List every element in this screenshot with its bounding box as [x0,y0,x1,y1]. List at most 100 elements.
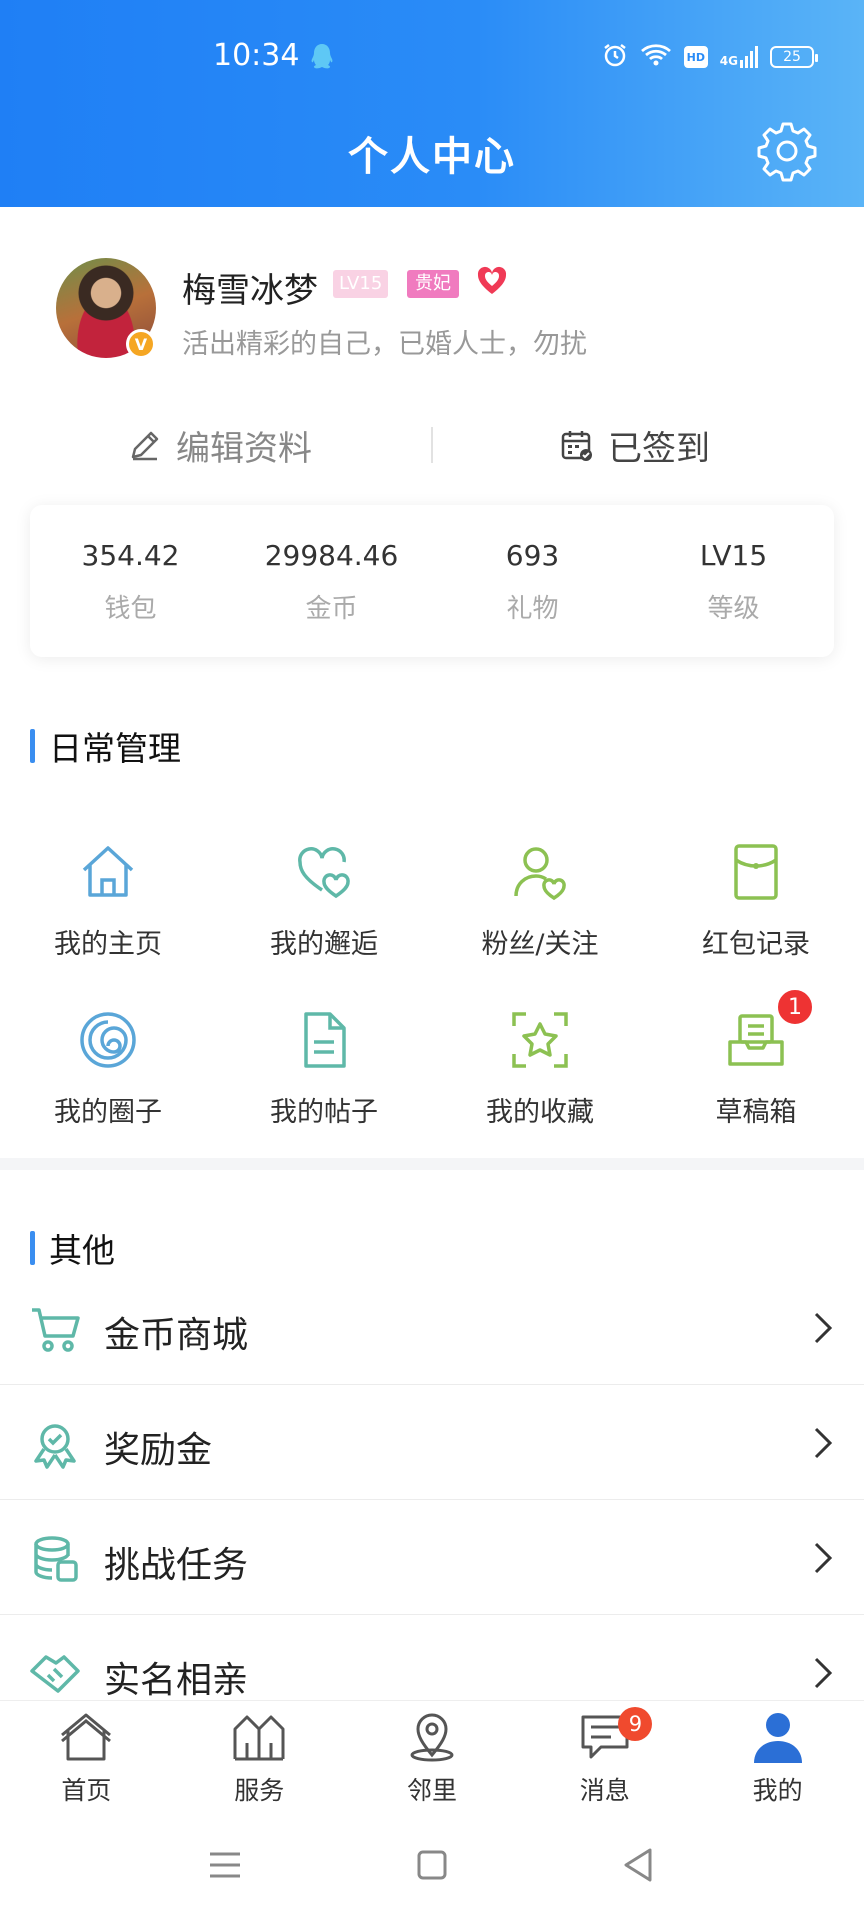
coins-icon [34,1536,78,1582]
daily-section-title: 日常管理 [30,722,181,770]
user-bio: 活出精彩的自己，已婚人士，勿扰 [182,329,587,360]
calendar-check-icon [561,431,592,461]
page-title: 个人中心 [348,134,516,180]
nav-service[interactable]: 服务 [173,1701,346,1810]
list-item-coin-mall[interactable]: 金币商城 [0,1270,864,1385]
list-item-challenges[interactable]: 挑战任务 [0,1500,864,1615]
battery-icon: 25 [770,46,818,68]
title-badge: 贵妃 [407,270,459,298]
list-label: 挑战任务 [104,1545,249,1586]
hd-icon: HD [683,46,708,68]
nav-mine[interactable]: 我的 [691,1701,864,1810]
list-item-rewards[interactable]: 奖励金 [0,1385,864,1500]
stat-level[interactable]: LV15 等级 [633,505,834,657]
grid-label: 我的主页 [54,929,162,960]
qq-icon [309,42,335,76]
nav-home[interactable]: 首页 [0,1701,173,1810]
daily-grid-row-1: 我的主页 我的邂逅 粉丝/关注 红包记录 [0,840,864,961]
grid-item-red-envelope[interactable]: 红包记录 [648,840,864,961]
location-icon [410,1713,454,1762]
red-envelope-icon [734,844,778,900]
verified-badge: V [126,329,156,359]
divider [431,427,433,463]
settings-button[interactable] [756,120,818,182]
stat-label: 等级 [707,594,760,624]
grid-label: 红包记录 [702,929,810,960]
document-icon [304,1012,346,1068]
level-badge: LV15 [333,270,389,298]
edit-profile-label: 编辑资料 [176,428,312,469]
home-icon [82,846,134,897]
back-icon[interactable] [614,1840,664,1890]
sign-in-label: 已签到 [608,428,710,469]
grid-item-favorites[interactable]: 我的收藏 [432,1008,648,1129]
cart-icon [32,1308,80,1352]
header: 10:34 HD 4G 25 个人中心 [0,0,864,207]
system-nav-bar [0,1810,864,1920]
daily-grid-row-2: 我的圈子 我的帖子 我的收藏 1 草稿箱 [0,988,864,1129]
chevron-right-icon [814,1657,833,1689]
list-label: 实名相亲 [104,1660,249,1701]
nav-neighborhood[interactable]: 邻里 [346,1701,519,1810]
nav-label: 首页 [61,1776,112,1805]
grid-item-drafts[interactable]: 1 草稿箱 [648,988,864,1129]
stat-value: 693 [505,539,560,572]
nav-label: 服务 [234,1776,285,1805]
heart-icon [476,266,508,300]
grid-label: 我的圈子 [54,1097,162,1128]
alarm-icon [602,42,628,72]
stats-card: 354.42 钱包 29984.46 金币 693 礼物 LV15 等级 [30,505,834,657]
stat-value: 354.42 [81,539,180,572]
section-title-text: 其他 [49,1231,115,1270]
section-accent-bar [30,1231,35,1265]
grid-item-encounters[interactable]: 我的邂逅 [216,840,432,961]
stat-wallet[interactable]: 354.42 钱包 [30,505,231,657]
grid-label: 我的邂逅 [270,929,378,960]
profile-actions: 编辑资料 已签到 [0,410,864,480]
section-accent-bar [30,729,35,763]
sign-in-button[interactable]: 已签到 [560,410,710,480]
list-label: 金币商城 [104,1315,249,1356]
edit-profile-button[interactable]: 编辑资料 [128,410,312,480]
grid-item-my-homepage[interactable]: 我的主页 [0,840,216,961]
home-button-icon[interactable] [407,1840,457,1890]
grid-label: 粉丝/关注 [481,929,599,960]
pencil-icon [131,431,159,461]
chevron-right-icon [814,1427,833,1459]
status-bar: 10:34 HD 4G 25 [0,0,864,115]
nav-label: 消息 [579,1776,630,1805]
nav-label: 我的 [752,1776,803,1805]
drafts-count-badge: 1 [776,988,814,1026]
user-name: 梅雪冰梦 [182,271,318,311]
grid-label: 我的帖子 [270,1097,378,1128]
signal-icon: 4G [720,46,758,68]
status-icons: HD 4G 25 [602,42,818,72]
award-icon [34,1424,76,1469]
other-section-title: 其他 [30,1224,115,1272]
user-heart-icon [514,847,566,901]
nav-messages[interactable]: 9 消息 [518,1701,691,1810]
bottom-nav: 首页 服务 邻里 9 消息 我的 [0,1700,864,1810]
home-icon [61,1713,112,1761]
chevron-right-icon [814,1542,833,1574]
grid-label: 我的收藏 [486,1097,594,1128]
stat-coins[interactable]: 29984.46 金币 [231,505,432,657]
stat-value: LV15 [699,539,768,572]
grid-item-my-posts[interactable]: 我的帖子 [216,1008,432,1129]
chevron-right-icon [814,1312,833,1344]
gear-icon [757,122,817,182]
star-icon [512,1012,568,1068]
handshake-icon [30,1655,80,1693]
stat-gifts[interactable]: 693 礼物 [432,505,633,657]
status-time: 10:34 [213,38,300,73]
stat-label: 金币 [305,594,358,624]
list-label: 奖励金 [104,1430,213,1471]
section-divider [0,1158,864,1170]
stat-label: 礼物 [506,594,559,624]
person-icon [753,1713,802,1763]
service-icon [233,1715,285,1761]
grid-item-my-circle[interactable]: 我的圈子 [0,1008,216,1129]
hearts-icon [298,847,350,899]
grid-item-fans-follow[interactable]: 粉丝/关注 [432,840,648,961]
menu-icon[interactable] [200,1840,250,1890]
